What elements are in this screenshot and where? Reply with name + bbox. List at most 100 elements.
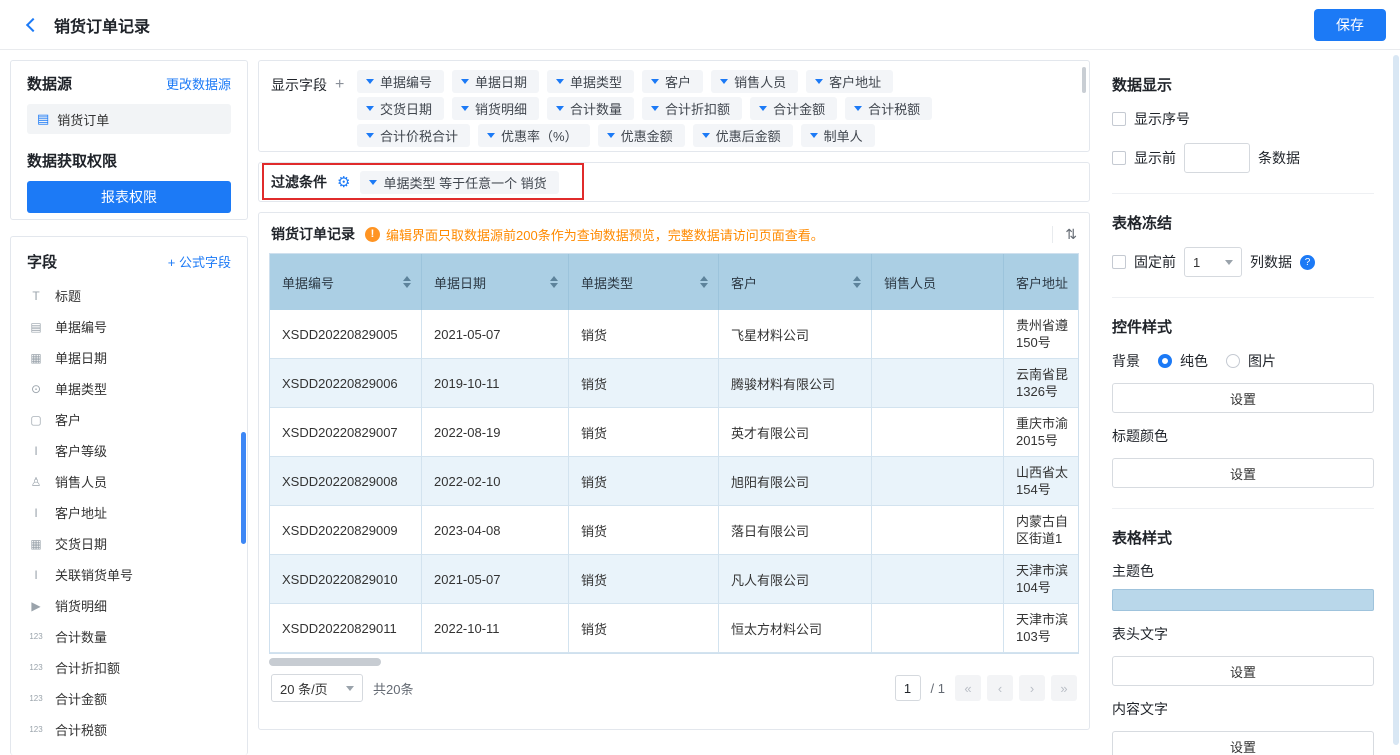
content-text-set-button[interactable]: 设置 [1112,731,1374,755]
display-field-chip[interactable]: 合计金额 [750,97,837,120]
display-field-chip[interactable]: 合计折扣额 [642,97,742,120]
field-item[interactable]: ⊙ 单据类型 [11,373,247,404]
show-first-checkbox[interactable] [1112,151,1126,165]
column-sort-icon[interactable] [700,276,708,288]
cell-salesperson [872,604,1004,653]
left-panel-scrollbar[interactable] [241,432,246,544]
column-sort-icon[interactable] [550,276,558,288]
help-icon[interactable]: ? [1300,255,1315,270]
report-permission-button[interactable]: 报表权限 [27,181,231,213]
pagination-bar: 20 条/页 共20条 1 / 1 « ‹ › » [259,666,1089,702]
field-item[interactable]: ▶ 销货明细 [11,590,247,621]
settings-sidebar: 数据显示 显示序号 显示前 条数据 表格冻结 固定前 1 列数据 ? 控件样式 … [1100,50,1392,755]
save-button[interactable]: 保存 [1314,9,1386,41]
field-item[interactable]: ▦ 交货日期 [11,528,247,559]
add-formula-field-link[interactable]: + 公式字段 [168,252,231,271]
field-item[interactable]: I 客户地址 [11,497,247,528]
title-color-label: 标题颜色 [1112,426,1374,446]
gear-icon[interactable]: ⚙ [337,175,350,190]
field-item[interactable]: ▦ 单据日期 [11,342,247,373]
content-text-label: 内容文字 [1112,699,1374,719]
display-field-chip[interactable]: 优惠后金额 [693,124,793,147]
display-field-chip[interactable]: 客户 [642,70,703,93]
add-field-icon[interactable]: + [335,77,344,93]
table-header-row: 单据编号 单据日期 单据类型 客户 [270,254,1078,310]
chevron-down-icon [810,133,818,138]
widget-style-title: 控件样式 [1112,316,1374,337]
field-item[interactable]: ▢ 客户 [11,404,247,435]
display-field-chip[interactable]: 合计数量 [547,97,634,120]
field-item[interactable]: ▤ 单据编号 [11,311,247,342]
freeze-title: 表格冻结 [1112,212,1374,233]
field-list: T 标题 ▤ 单据编号 ▦ 单据日期 ⊙ 单据类型 ▢ 客户 [11,280,247,745]
sort-settings-icon[interactable]: ⇅ [1052,226,1077,243]
display-field-chip[interactable]: 优惠金额 [598,124,685,147]
cell-doc-date: 2022-08-19 [422,408,569,457]
record-count-input[interactable] [1184,143,1250,173]
solid-color-radio[interactable] [1158,354,1172,368]
freeze-checkbox[interactable] [1112,255,1126,269]
field-item[interactable]: 123 合计金额 [11,683,247,714]
column-sort-icon[interactable] [403,276,411,288]
display-fields-scrollbar[interactable] [1082,67,1086,93]
field-item[interactable]: 123 合计折扣额 [11,652,247,683]
chevron-down-icon [702,133,710,138]
last-page-button[interactable]: » [1051,675,1077,701]
cell-doc-date: 2022-02-10 [422,457,569,506]
column-header[interactable]: 客户地址 [1004,254,1078,310]
display-field-chip[interactable]: 客户地址 [806,70,893,93]
page-size-select[interactable]: 20 条/页 [271,674,363,702]
change-datasource-link[interactable]: 更改数据源 [166,74,231,93]
display-field-chip[interactable]: 合计税额 [845,97,932,120]
field-item[interactable]: T 标题 [11,280,247,311]
scrollbar-thumb[interactable] [269,658,381,666]
display-field-chip[interactable]: 单据日期 [452,70,539,93]
column-header[interactable]: 客户 [719,254,872,310]
page-scrollbar[interactable] [1393,55,1399,745]
column-header[interactable]: 单据日期 [422,254,569,310]
cell-doc-date: 2019-10-11 [422,359,569,408]
image-radio[interactable] [1226,354,1240,368]
divider [1112,297,1374,298]
chevron-down-icon [854,106,862,111]
title-color-set-button[interactable]: 设置 [1112,458,1374,488]
header-text-set-button[interactable]: 设置 [1112,656,1374,686]
display-field-chip[interactable]: 合计价税合计 [357,124,470,147]
field-item[interactable]: I 关联销货单号 [11,559,247,590]
display-field-chip[interactable]: 销售人员 [711,70,798,93]
display-field-chip[interactable]: 单据类型 [547,70,634,93]
current-page-box[interactable]: 1 [895,675,921,701]
display-field-chip[interactable]: 销货明细 [452,97,539,120]
column-header-label: 客户 [731,273,757,292]
datasource-item[interactable]: ▤ 销货订单 [27,104,231,134]
first-page-button[interactable]: « [955,675,981,701]
display-field-chip[interactable]: 优惠率（%） [478,124,590,147]
field-item[interactable]: 123 合计税额 [11,714,247,745]
theme-color-swatch[interactable] [1112,589,1374,611]
show-serial-checkbox[interactable] [1112,112,1126,126]
field-item[interactable]: ♙ 销售人员 [11,466,247,497]
prev-page-button[interactable]: ‹ [987,675,1013,701]
field-item[interactable]: I 客户等级 [11,435,247,466]
field-label: 单据类型 [55,379,107,398]
background-set-button[interactable]: 设置 [1112,383,1374,413]
display-field-chip[interactable]: 交货日期 [357,97,444,120]
freeze-count-select[interactable]: 1 [1184,247,1242,277]
chevron-down-icon [461,79,469,84]
column-header[interactable]: 单据类型 [569,254,719,310]
fields-title: 字段 [27,251,57,272]
filter-condition-chip[interactable]: 单据类型 等于任意一个 销货 [360,171,558,194]
column-header[interactable]: 销售人员 [872,254,1004,310]
column-header[interactable]: 单据编号 [270,254,422,310]
field-item[interactable]: 123 合计数量 [11,621,247,652]
field-label: 客户等级 [55,441,107,460]
column-sort-icon[interactable] [853,276,861,288]
next-page-button[interactable]: › [1019,675,1045,701]
back-icon[interactable] [26,17,40,31]
column-header-label: 客户地址 [1016,273,1068,292]
cell-doc-type: 销货 [569,310,719,359]
display-field-chip[interactable]: 单据编号 [357,70,444,93]
display-field-chip[interactable]: 制单人 [801,124,875,147]
chevron-down-icon [369,180,377,185]
filter-label: 过滤条件 [271,172,327,192]
